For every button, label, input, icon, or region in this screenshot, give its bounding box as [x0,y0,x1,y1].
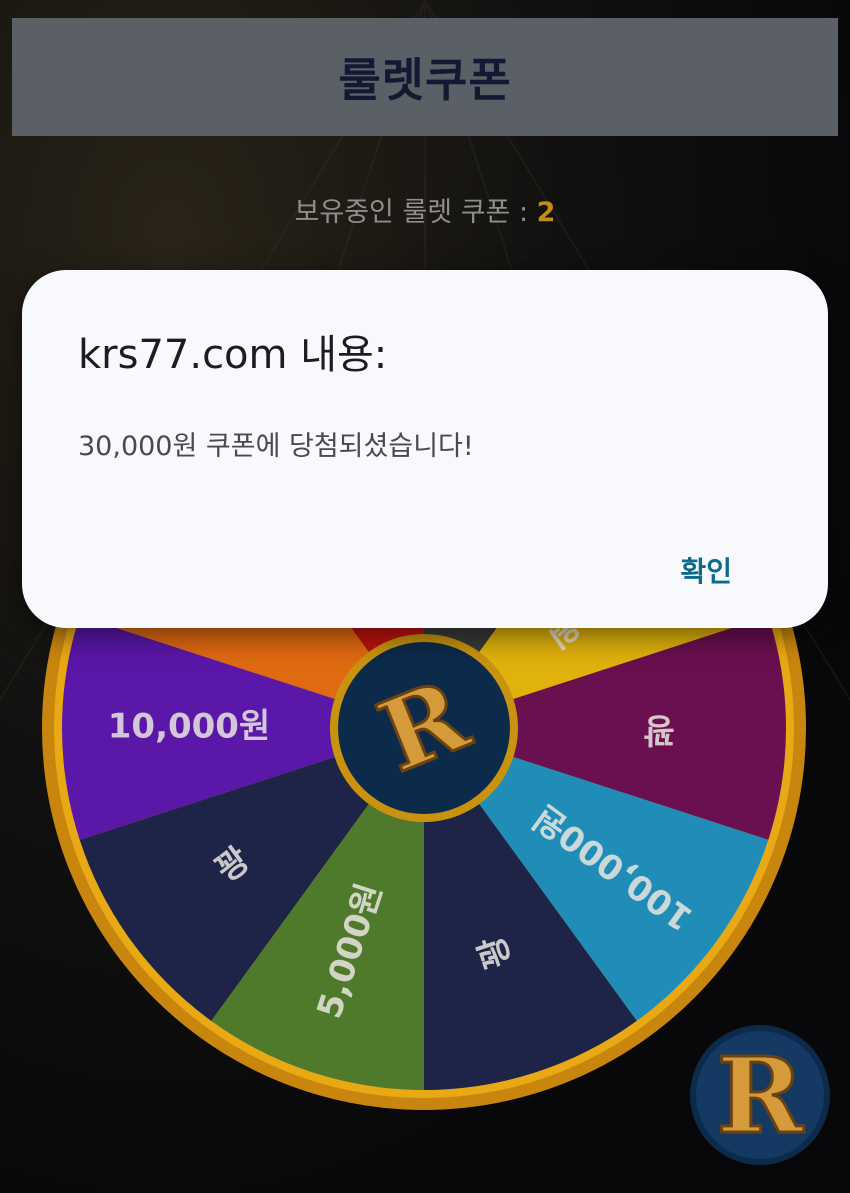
confirm-button[interactable]: 확인 [676,546,736,594]
dialog-title: krs77.com 내용: [78,332,388,378]
dialog-message: 30,000원 쿠폰에 당첨되셨습니다! [78,431,474,462]
roulette-page: 룰렛쿠폰 보유중인 룰렛 쿠폰 : 2 00원00,000원꽝100,000원꽝… [0,0,850,1193]
alert-dialog: krs77.com 내용: 30,000원 쿠폰에 당첨되셨습니다! 확인 [22,270,828,628]
